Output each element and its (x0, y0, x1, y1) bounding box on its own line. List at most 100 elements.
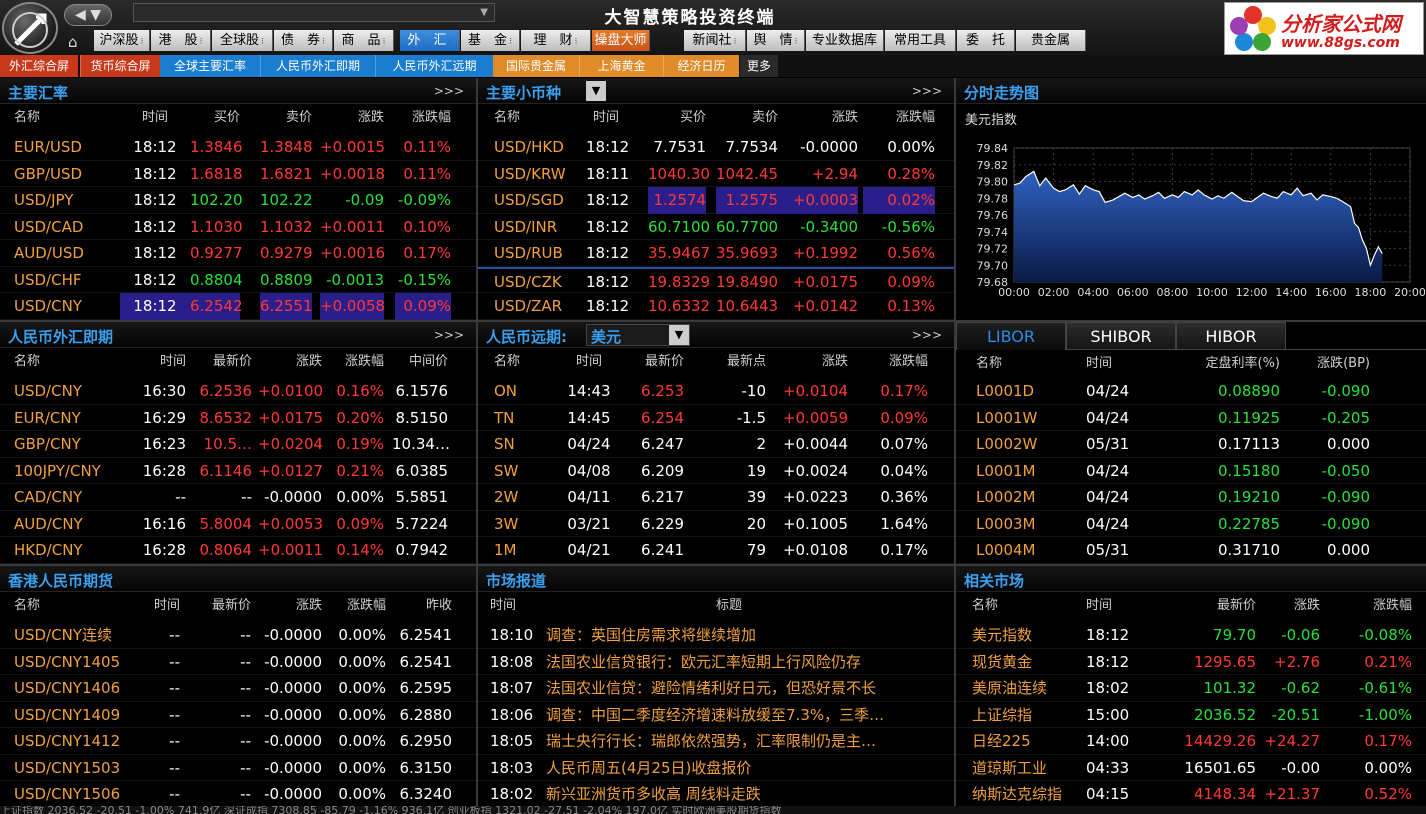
table-row[interactable]: L0001M 04/24 0.15180 -0.050 (956, 458, 1426, 484)
column-header[interactable]: 名称 (14, 106, 114, 130)
table-row[interactable]: 18:08 法国农业信贷银行：欧元汇率短期上行风险仍存 (478, 649, 954, 675)
table-row[interactable]: USD/CNY 18:12 6.2542 6.2551 +0.0058 0.09% (0, 293, 476, 320)
column-header[interactable]: 时间 (1086, 594, 1146, 618)
column-header[interactable]: 最新价 (195, 594, 251, 618)
column-header[interactable]: 买价 (648, 106, 706, 130)
column-header[interactable]: 时间 (586, 106, 626, 130)
column-header[interactable]: 名称 (976, 352, 1066, 376)
table-row[interactable]: USD/CNY1412 -- -- -0.0000 0.00% 6.2950 (0, 728, 476, 755)
table-row[interactable]: USD/CZK 18:12 19.8329 19.8490 +0.0175 0.09% (478, 266, 954, 293)
sub-tab-8[interactable]: 更多 (740, 55, 778, 77)
column-header[interactable]: 涨跌幅 (858, 350, 928, 374)
column-header[interactable]: 涨跌 (778, 106, 858, 130)
main-tab-3[interactable]: 债 券 ⁝ (274, 30, 333, 51)
currency-select[interactable]: 美元 ▼ (586, 324, 690, 346)
sub-tab-4[interactable]: 人民币外汇远期 (375, 55, 493, 77)
table-row[interactable]: 现货黄金 18:12 1295.65 +2.76 0.21% (956, 649, 1426, 675)
table-row[interactable]: 1M 04/21 6.241 79 +0.0108 0.17% (478, 537, 954, 564)
main-tab-11[interactable]: 专业数据库 (806, 30, 884, 51)
column-header[interactable]: 时间 (136, 350, 186, 374)
table-row[interactable]: 18:07 法国农业信贷：避险情绪利好日元，但恐好景不长 (478, 675, 954, 702)
table-row[interactable]: EUR/USD 18:12 1.3846 1.3848 +0.0015 0.11% (0, 134, 476, 161)
app-logo[interactable] (2, 2, 58, 54)
table-row[interactable]: USD/INR 18:12 60.7100 60.7700 -0.3400 -0.56% (478, 214, 954, 240)
sub-tab-3[interactable]: 人民币外汇即期 (260, 55, 375, 77)
column-header[interactable]: 最新点 (706, 350, 766, 374)
table-row[interactable]: L0002M 04/24 0.19210 -0.090 (956, 484, 1426, 511)
sub-tab-0[interactable]: 外汇综合屏 (0, 55, 78, 77)
column-header[interactable]: 标题 (716, 594, 954, 618)
main-tab-4[interactable]: 商 品 ⁝ (334, 30, 394, 51)
column-header[interactable]: 中间价 (392, 350, 448, 374)
address-bar[interactable]: ▼ (133, 3, 495, 22)
table-row[interactable]: 上证综指 15:00 2036.52 -20.51 -1.00% (956, 702, 1426, 728)
table-row[interactable]: L0003M 04/24 0.22785 -0.090 (956, 511, 1426, 537)
intraday-chart[interactable]: 79.84 79.82 79.80 79.78 79.76 79.74 79.72 79.70… (956, 130, 1426, 320)
main-tab-0[interactable]: 沪深股 ⁝ (94, 30, 150, 51)
table-row[interactable]: L0002W 05/31 0.17113 0.000 (956, 431, 1426, 458)
table-row[interactable]: 100JPY/CNY 16:28 6.1146 +0.0127 0.21% 6.0385 (0, 458, 476, 484)
main-tab-8[interactable]: 操盘大师 (592, 30, 650, 51)
rate-tab-libor[interactable]: LIBOR (956, 322, 1066, 350)
table-row[interactable]: CAD/CNY -- -- -0.0000 0.00% 5.5851 (0, 484, 476, 511)
column-header[interactable]: 涨跌 (258, 350, 322, 374)
table-row[interactable]: HKD/CNY 16:28 0.8064 +0.0011 0.14% 0.7942 (0, 537, 476, 564)
table-row[interactable]: USD/CAD 18:12 1.1030 1.1032 +0.0011 0.10% (0, 214, 476, 240)
sub-tab-5[interactable]: 国际贵金属 (493, 55, 579, 77)
table-row[interactable]: ON 14:43 6.253 -10 +0.0104 0.17% (478, 378, 954, 405)
table-row[interactable]: L0001D 04/24 0.08890 -0.090 (956, 378, 1426, 405)
column-header[interactable]: 涨跌幅 (330, 350, 384, 374)
column-header[interactable]: 最新价 (624, 350, 684, 374)
table-row[interactable]: 2W 04/11 6.217 39 +0.0223 0.36% (478, 484, 954, 511)
main-tab-5[interactable]: 外 汇 ⁝ (400, 30, 460, 51)
brand-banner[interactable]: 分析家公式网 www.88gs.com (1224, 2, 1424, 55)
column-header[interactable]: 卖价 (260, 106, 312, 130)
sub-tab-7[interactable]: 经济日历 (663, 55, 739, 77)
main-tab-2[interactable]: 全球股 ⁝ (212, 30, 273, 51)
sub-tab-6[interactable]: 上海黄金 (579, 55, 663, 77)
table-row[interactable]: USD/JPY 18:12 102.20 102.22 -0.09 -0.09% (0, 187, 476, 214)
column-header[interactable]: 昨收 (392, 594, 452, 618)
table-row[interactable]: GBP/CNY 16:23 10.5… +0.0204 0.19% 10.34… (0, 431, 476, 458)
sub-tab-1[interactable]: 货币综合屏 (80, 55, 160, 77)
table-row[interactable]: 美原油连续 18:02 101.32 -0.62 -0.61% (956, 675, 1426, 702)
table-row[interactable]: SN 04/24 6.247 2 +0.0044 0.07% (478, 431, 954, 458)
chevron-down-icon[interactable]: ▼ (669, 325, 689, 345)
table-row[interactable]: USD/CNY连续 -- -- -0.0000 0.00% 6.2541 (0, 622, 476, 649)
table-row[interactable]: USD/CNY1503 -- -- -0.0000 0.00% 6.3150 (0, 755, 476, 781)
column-header[interactable]: 买价 (190, 106, 240, 130)
table-row[interactable]: USD/HKD 18:12 7.7531 7.7534 -0.0000 0.00% (478, 134, 954, 161)
table-row[interactable]: AUD/USD 18:12 0.9277 0.9279 +0.0016 0.17% (0, 240, 476, 267)
main-tab-12[interactable]: 常用工具 (885, 30, 956, 51)
table-row[interactable]: 18:03 人民币周五(4月25日)收盘报价 (478, 755, 954, 781)
table-row[interactable]: USD/SGD 18:12 1.2574 1.2575 +0.0003 0.02% (478, 187, 954, 214)
column-header[interactable]: 名称 (14, 350, 124, 374)
main-tab-14[interactable]: 贵金属 (1016, 30, 1086, 51)
more-link[interactable]: >>> (912, 328, 942, 342)
table-row[interactable]: 18:02 新兴亚洲货币多收高 周线料走跌 (478, 781, 954, 806)
table-row[interactable]: 3W 03/21 6.229 20 +0.1005 1.64% (478, 511, 954, 537)
column-header[interactable]: 卖价 (716, 106, 778, 130)
main-tab-7[interactable]: 理 财 ⁝ (521, 30, 591, 51)
table-row[interactable]: 18:10 调查：英国住房需求将继续增加 (478, 622, 954, 649)
main-tab-10[interactable]: 舆 情 ⁝ (747, 30, 805, 51)
table-row[interactable]: USD/CNY1506 -- -- -0.0000 0.00% 6.3240 (0, 781, 476, 806)
main-tab-9[interactable]: 新闻社 ⁝ (684, 30, 746, 51)
column-header[interactable]: 名称 (494, 350, 544, 374)
column-header[interactable]: 涨跌幅 (330, 594, 386, 618)
column-header[interactable]: 名称 (14, 594, 144, 618)
table-row[interactable]: USD/CNY 16:30 6.2536 +0.0100 0.16% 6.1576 (0, 378, 476, 405)
table-row[interactable]: USD/KRW 18:11 1040.30 1042.45 +2.94 0.28% (478, 161, 954, 187)
more-link[interactable]: >>> (434, 328, 464, 342)
table-row[interactable]: SW 04/08 6.209 19 +0.0024 0.04% (478, 458, 954, 484)
column-header[interactable]: 最新价 (1176, 594, 1256, 618)
column-header[interactable]: 定盘利率(%) (1170, 352, 1281, 376)
table-row[interactable]: 18:06 调查：中国二季度经济增速料放缓至7.3%，三季… (478, 702, 954, 728)
table-row[interactable]: 18:05 瑞士央行行长：瑞郎依然强势，汇率限制仍是主… (478, 728, 954, 755)
table-row[interactable]: 美元指数 18:12 79.70 -0.06 -0.08% (956, 622, 1426, 649)
column-header[interactable]: 名称 (494, 106, 574, 130)
chevron-down-icon[interactable]: ▼ (480, 7, 488, 18)
main-tab-13[interactable]: 委 托 (957, 30, 1015, 51)
table-row[interactable]: 道琼斯工业 04:33 16501.65 -0.00 0.00% (956, 755, 1426, 781)
column-header[interactable]: 涨跌幅 (863, 106, 935, 130)
